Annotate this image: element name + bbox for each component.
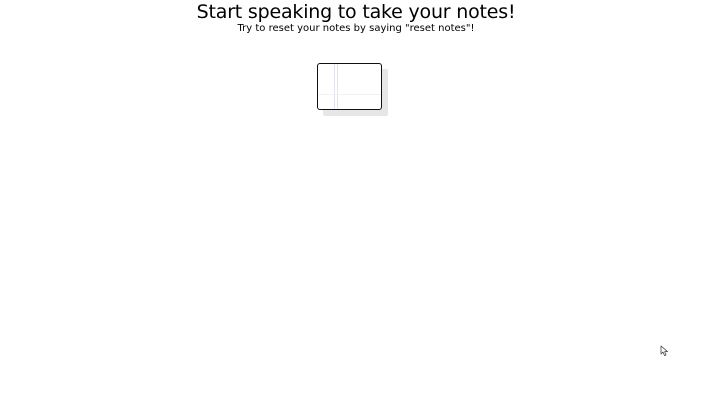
notepad-rule-line [318,94,381,95]
notepad-margin-line [337,64,338,109]
notepad-margin-line [334,64,335,109]
notepad [317,63,382,110]
page-title: Start speaking to take your notes! [196,1,516,23]
mouse-pointer-icon [660,345,668,356]
page-subtitle: Try to reset your notes by saying "reset… [237,23,475,34]
